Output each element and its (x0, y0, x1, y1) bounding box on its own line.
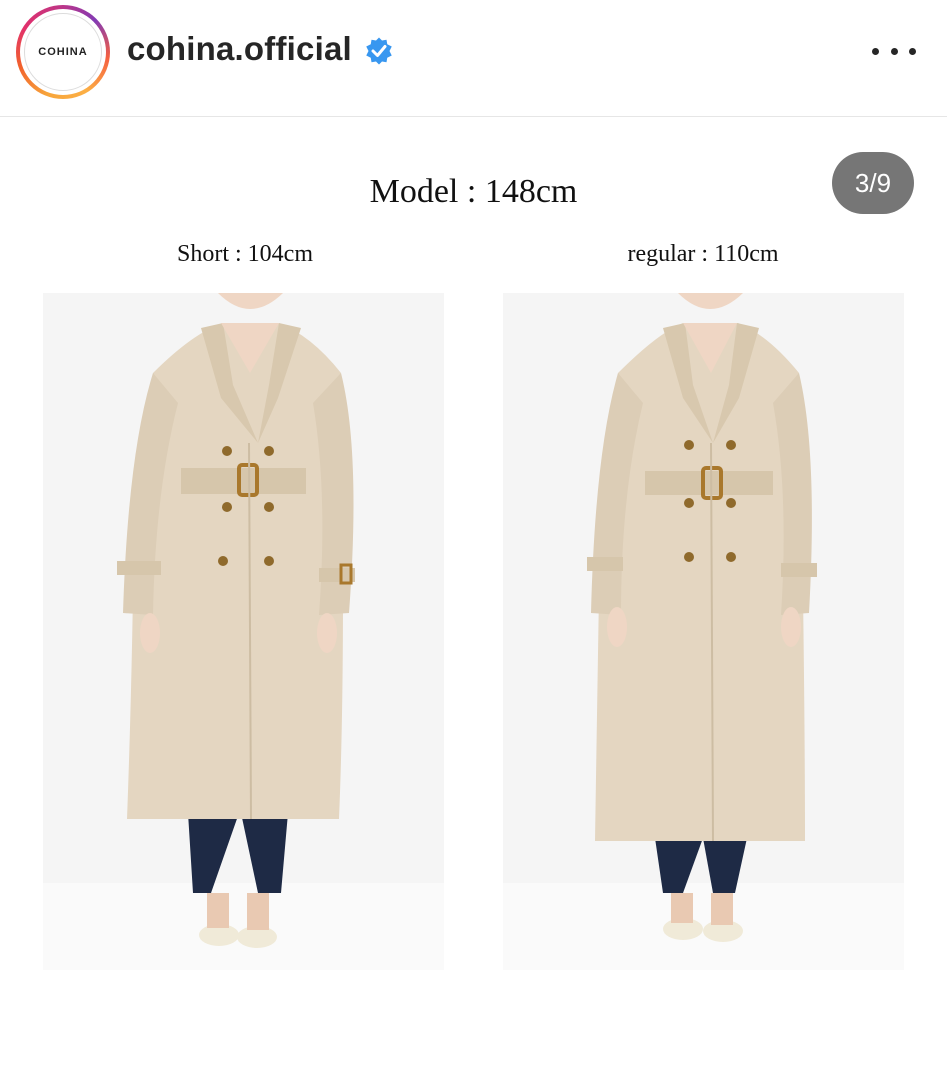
post-header: COHINA cohina.official (0, 0, 947, 117)
username[interactable]: cohina.official (127, 30, 352, 68)
short-length-label: Short : 104cm (177, 241, 313, 267)
short-coat-photo (43, 293, 444, 970)
regular-length-label: regular : 110cm (627, 241, 779, 267)
verified-badge-icon (366, 37, 392, 65)
avatar[interactable]: COHINA (24, 13, 102, 91)
carousel-counter: 3/9 (832, 152, 914, 214)
model-height-caption: Model : 148cm (369, 173, 578, 210)
post-media[interactable]: Model : 148cm 3/9 Short : 104cm regular … (0, 117, 947, 1080)
more-options-icon[interactable] (872, 36, 916, 66)
regular-coat-photo (503, 293, 904, 970)
story-ring[interactable]: COHINA (16, 5, 110, 99)
